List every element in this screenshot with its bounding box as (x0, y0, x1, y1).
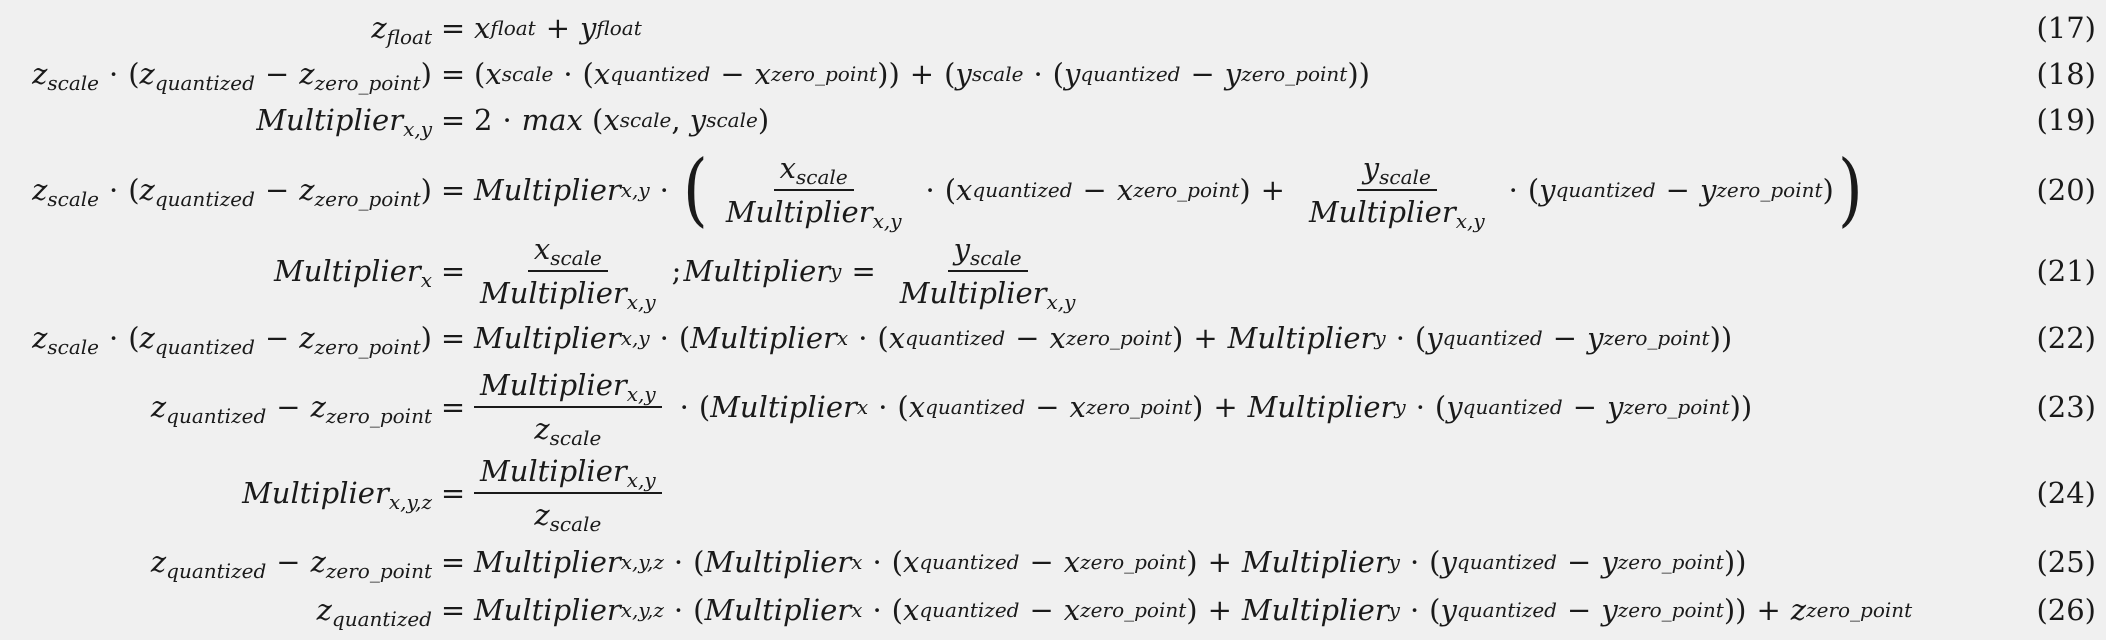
fraction: yscale Multiplierx,y (1308, 151, 1485, 233)
equation-26-lhs: zquantized (316, 593, 432, 631)
fraction: xscale Multiplierx,y (725, 151, 902, 233)
equation-21: Multiplierx = xscale Multiplierx,y ; Mul… (0, 232, 2106, 312)
equation-20-lhs: zscale · (zquantized − zzero_point) (32, 173, 432, 211)
equals-sign: = (440, 593, 466, 627)
equation-18: zscale · (zquantized − zzero_point) = (x scal… (0, 54, 2106, 94)
equals-sign: = (440, 11, 466, 45)
equation-17: zfloat = x float + y float (17) (0, 8, 2106, 48)
equation-25-rhs: Multiplier x,y,z ·(Multiplier x ·(x quantized… (474, 545, 1747, 579)
equation-number: (18) (2036, 57, 2096, 91)
fraction: xscale Multiplierx,y (480, 232, 656, 314)
equals-sign: = (440, 321, 466, 355)
equation-24-rhs: Multiplierx,y zscale (474, 454, 670, 534)
equation-19-lhs: Multiplierx,y (256, 103, 432, 141)
equation-23: zquantized − zzero_point = Multiplierx,y z… (0, 366, 2106, 448)
equation-20-rhs: Multiplier x,y · ( xscale Multiplierx,y ·(… (474, 143, 1863, 237)
equation-number: (22) (2036, 321, 2096, 355)
equation-24-lhs: Multiplierx,y,z (242, 476, 432, 514)
equation-21-lhs: Multiplierx (274, 254, 432, 292)
equation-22-lhs: zscale · (zquantized − zzero_point) (32, 321, 432, 359)
equation-21-rhs: xscale Multiplierx,y ; Multiplier y = ysc… (474, 232, 1089, 314)
equation-number: (24) (2036, 476, 2096, 510)
fraction: Multiplierx,y zscale (474, 368, 662, 448)
equals-sign: = (440, 476, 466, 510)
equation-17-lhs: zfloat (371, 11, 432, 49)
equals-sign: = (440, 390, 466, 424)
equation-25: zquantized − zzero_point = Multiplier x,y,z… (0, 542, 2106, 582)
equation-19: Multiplierx,y = 2 · max (x scale, y scale) (… (0, 100, 2106, 140)
equals-sign: = (440, 545, 466, 579)
equation-20: zscale · (zquantized − zzero_point) = Multip… (0, 146, 2106, 234)
equation-number: (23) (2036, 390, 2096, 424)
equation-22: zscale · (zquantized − zzero_point) = Multip… (0, 318, 2106, 358)
equation-26-rhs: Multiplier x,y,z ·(Multiplier x ·(x quantized… (474, 593, 1913, 627)
equation-19-rhs: 2 · max (x scale, y scale) (474, 103, 770, 137)
equals-sign: = (440, 57, 466, 91)
equals-sign: = (440, 173, 466, 207)
equation-number: (20) (2036, 173, 2096, 207)
equation-number: (19) (2036, 103, 2096, 137)
equation-number: (25) (2036, 545, 2096, 579)
equation-number: (21) (2036, 254, 2096, 288)
equals-sign: = (440, 254, 466, 288)
equation-number: (26) (2036, 593, 2096, 627)
equation-18-lhs: zscale · (zquantized − zzero_point) (32, 57, 432, 95)
equation-list: zfloat = x float + y float (17) zscale · (zq… (0, 0, 2106, 640)
equation-18-rhs: (x scale ·(x quantized − x zero_point)) + (y sc… (474, 57, 1370, 91)
fraction: yscale Multiplierx,y (899, 232, 1076, 314)
equation-24: Multiplierx,y,z = Multiplierx,y zscale (… (0, 452, 2106, 534)
equation-23-rhs: Multiplierx,y zscale ·(Multiplier x ·(x qua… (474, 368, 1752, 448)
equation-23-lhs: zquantized − zzero_point (150, 390, 432, 428)
equation-22-rhs: Multiplier x,y ·(Multiplier x ·(x quantized − x… (474, 321, 1733, 355)
fraction: Multiplierx,y zscale (474, 454, 662, 534)
equals-sign: = (440, 103, 466, 137)
equation-26: zquantized = Multiplier x,y,z ·(Multiplier… (0, 590, 2106, 630)
equation-number: (17) (2036, 11, 2096, 45)
equation-25-lhs: zquantized − zzero_point (150, 545, 432, 583)
equation-17-rhs: x float + y float (474, 11, 642, 45)
